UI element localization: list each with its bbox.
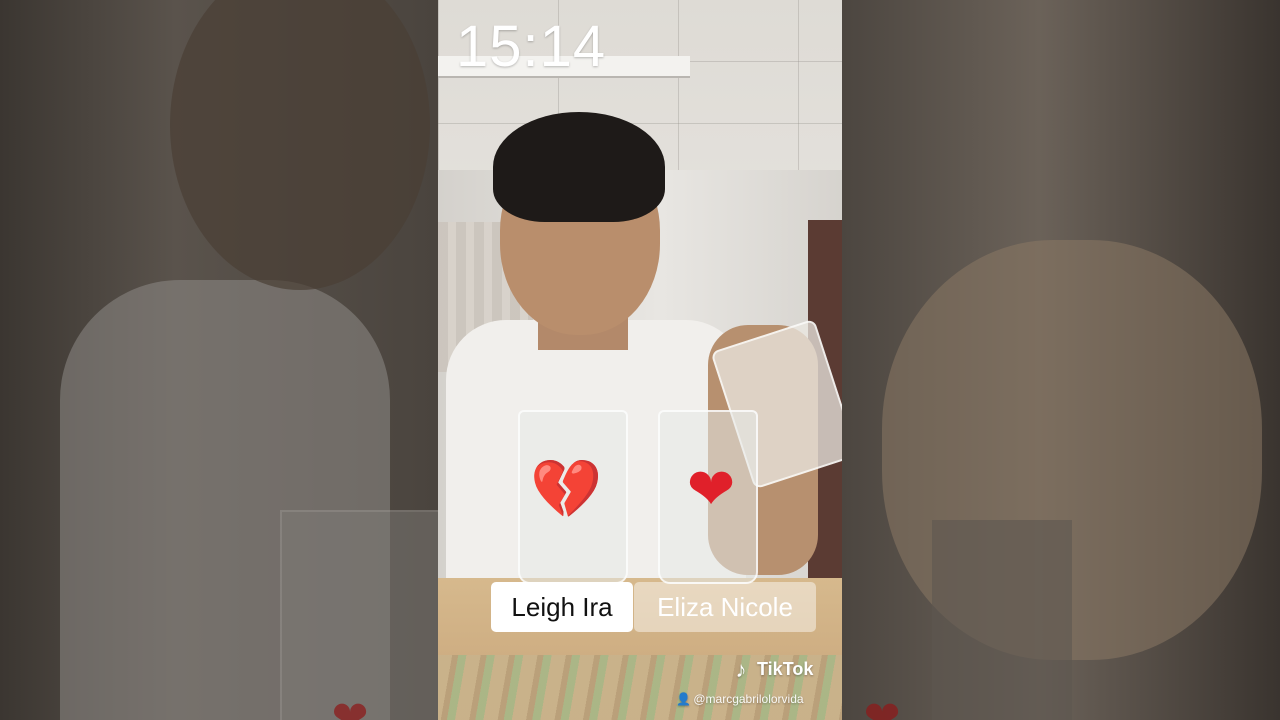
blurred-head (170, 0, 430, 290)
blurred-glass (280, 510, 438, 720)
tiktok-watermark: ♪ TikTok (730, 656, 814, 683)
broken-heart-icon: 💔 (530, 457, 603, 522)
choice-left-button[interactable]: Leigh Ira (491, 582, 633, 632)
video-frame[interactable]: 💔 ❤ 15:14 Leigh Ira Eliza Nicole ♪ TikTo… (438, 0, 842, 720)
choice-right-button[interactable]: Eliza Nicole (634, 582, 816, 632)
heart-icon: ❤ (686, 457, 736, 522)
blurred-background-left: ❤ (0, 0, 438, 720)
blurred-heart-icon: ❤ (331, 693, 369, 720)
person-hair (493, 112, 665, 222)
blurred-glass (932, 520, 1072, 720)
creator-handle: 👤 @marcgabrilolorvida (676, 690, 804, 708)
tiktok-brand-label: TikTok (757, 659, 814, 679)
blurred-heart-icon: ❤ (863, 693, 901, 720)
blurred-background-right: ❤ (842, 0, 1280, 720)
time-overlay: 15:14 (456, 14, 607, 79)
tiktok-logo-icon: ♪ (735, 657, 747, 682)
creator-handle-label: @marcgabrilolorvida (693, 692, 804, 706)
user-icon: 👤 (676, 692, 691, 706)
